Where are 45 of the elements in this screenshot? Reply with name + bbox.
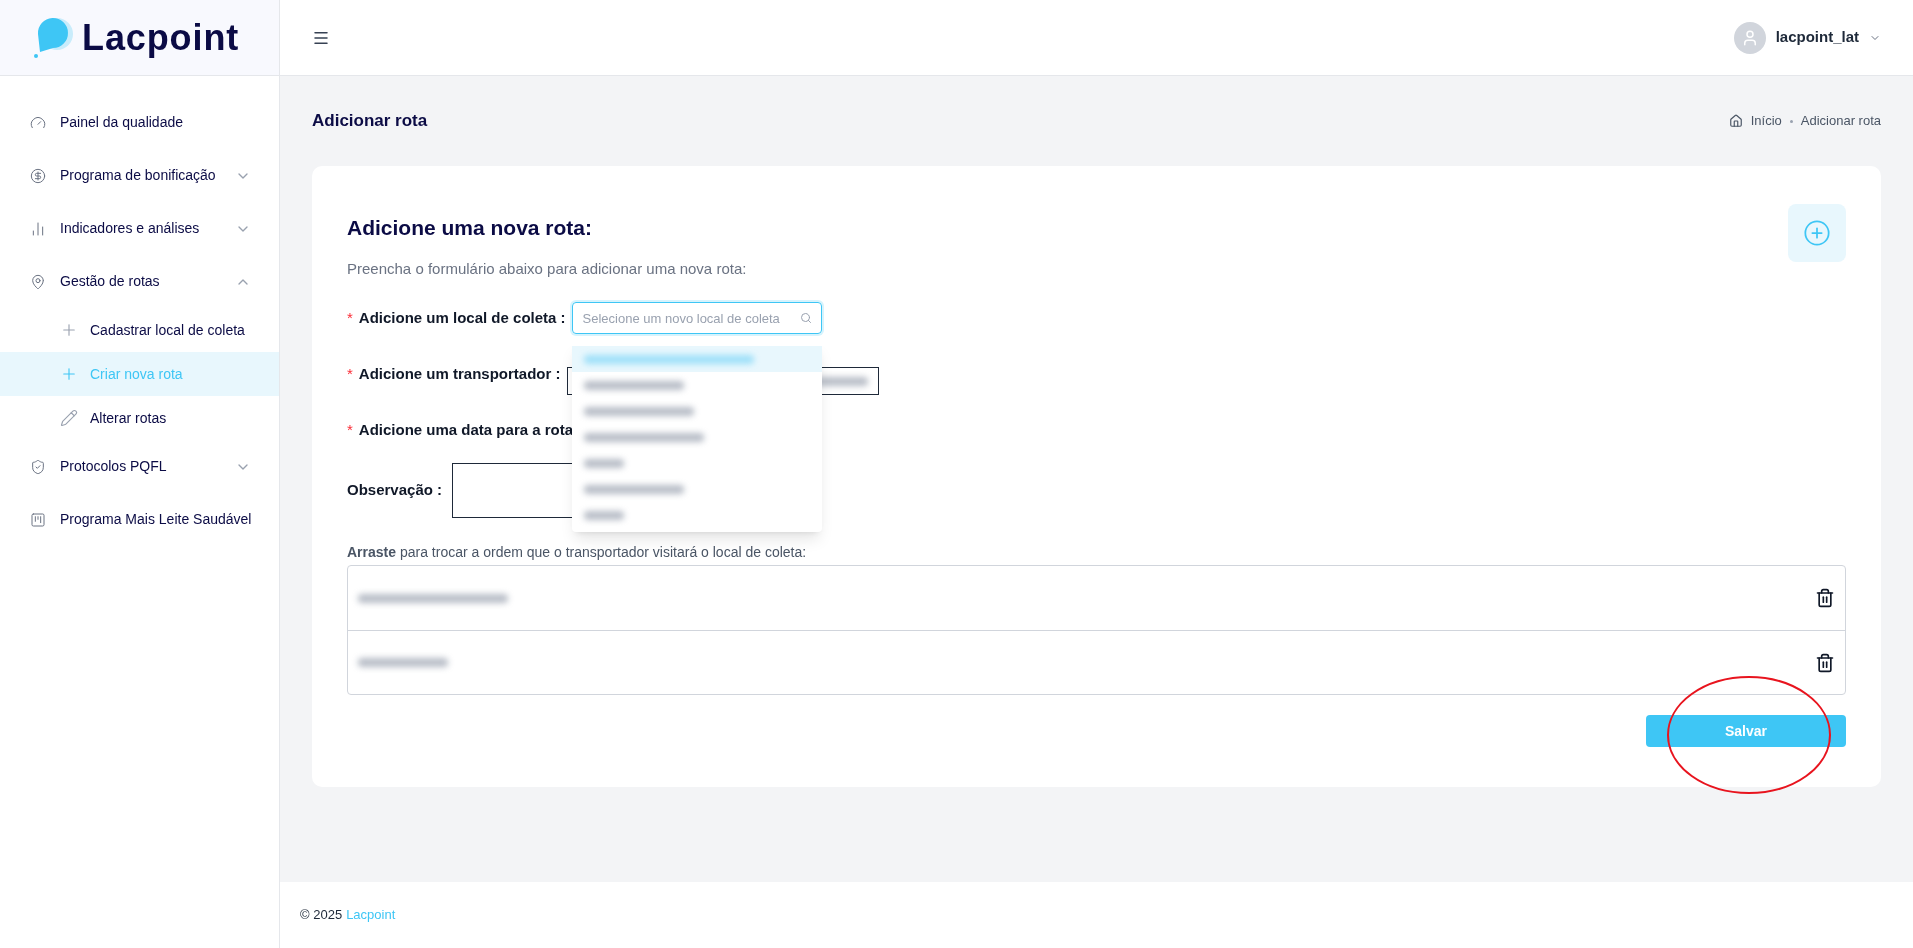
trash-icon[interactable]	[1815, 652, 1835, 673]
sidebar-subitem[interactable]: Cadastrar local de coleta	[0, 308, 279, 352]
plus-icon	[60, 365, 78, 383]
bar-chart-icon	[30, 220, 46, 237]
gauge-icon	[30, 114, 46, 131]
dollar-icon	[30, 167, 46, 184]
avatar[interactable]	[1733, 21, 1766, 54]
search-icon	[799, 312, 812, 324]
field-label: Adicione um transportador :	[358, 363, 561, 384]
sidebar-subitem[interactable]: Alterar rotas	[0, 396, 279, 440]
breadcrumb-current: Adicionar rota	[1800, 112, 1881, 131]
plus-circle-icon	[1803, 219, 1831, 247]
required-asterisk: *	[347, 419, 353, 440]
shield-icon	[30, 458, 46, 475]
home-icon	[1728, 114, 1743, 128]
sidebar-item[interactable]: Programa Mais Leite Saudável	[0, 493, 279, 546]
plus-icon	[60, 321, 78, 339]
required-asterisk: *	[347, 307, 353, 328]
board-icon	[30, 511, 46, 528]
add-button[interactable]	[1788, 204, 1846, 262]
search-field[interactable]: Selecione um novo local de coleta	[571, 302, 822, 334]
field-label: Adicione um local de coleta :	[358, 307, 566, 328]
blurred-text	[583, 510, 624, 520]
sidebar-item[interactable]: Gestão de rotas	[0, 255, 279, 308]
form-subtitle: Preencha o formulário abaixo para adicionar uma nova rota:	[347, 258, 747, 279]
sidebar-item[interactable]: Indicadores e análises	[0, 202, 279, 255]
blurred-text	[583, 458, 624, 468]
select-field[interactable]	[566, 367, 879, 395]
copyright: © 2025	[300, 906, 343, 925]
pencil-icon	[60, 409, 78, 427]
sidebar-item[interactable]: Programa de bonificação	[0, 149, 279, 202]
logo-icon	[32, 15, 74, 60]
user-name[interactable]: lacpoint_lat	[1775, 26, 1859, 49]
logo-text[interactable]: Lacpoint	[82, 10, 240, 65]
map-pin-icon	[30, 273, 46, 290]
required-asterisk: *	[347, 363, 353, 384]
sidebar-item[interactable]: Painel da qualidade	[0, 96, 279, 149]
trash-icon[interactable]	[1815, 588, 1835, 608]
field-label: Observação :	[347, 479, 443, 500]
form-heading: Adicione uma nova rota:	[347, 215, 594, 241]
drag-hint: Arraste para trocar a ordem que o transportador visitará o local de coleta:	[347, 543, 808, 562]
sidebar-item[interactable]: Protocolos PQFL	[0, 440, 279, 493]
breadcrumb-link[interactable]: Início	[1750, 111, 1782, 131]
field-label: Adicione uma data para a rota	[358, 419, 574, 440]
page-title: Adicionar rota	[312, 110, 428, 133]
